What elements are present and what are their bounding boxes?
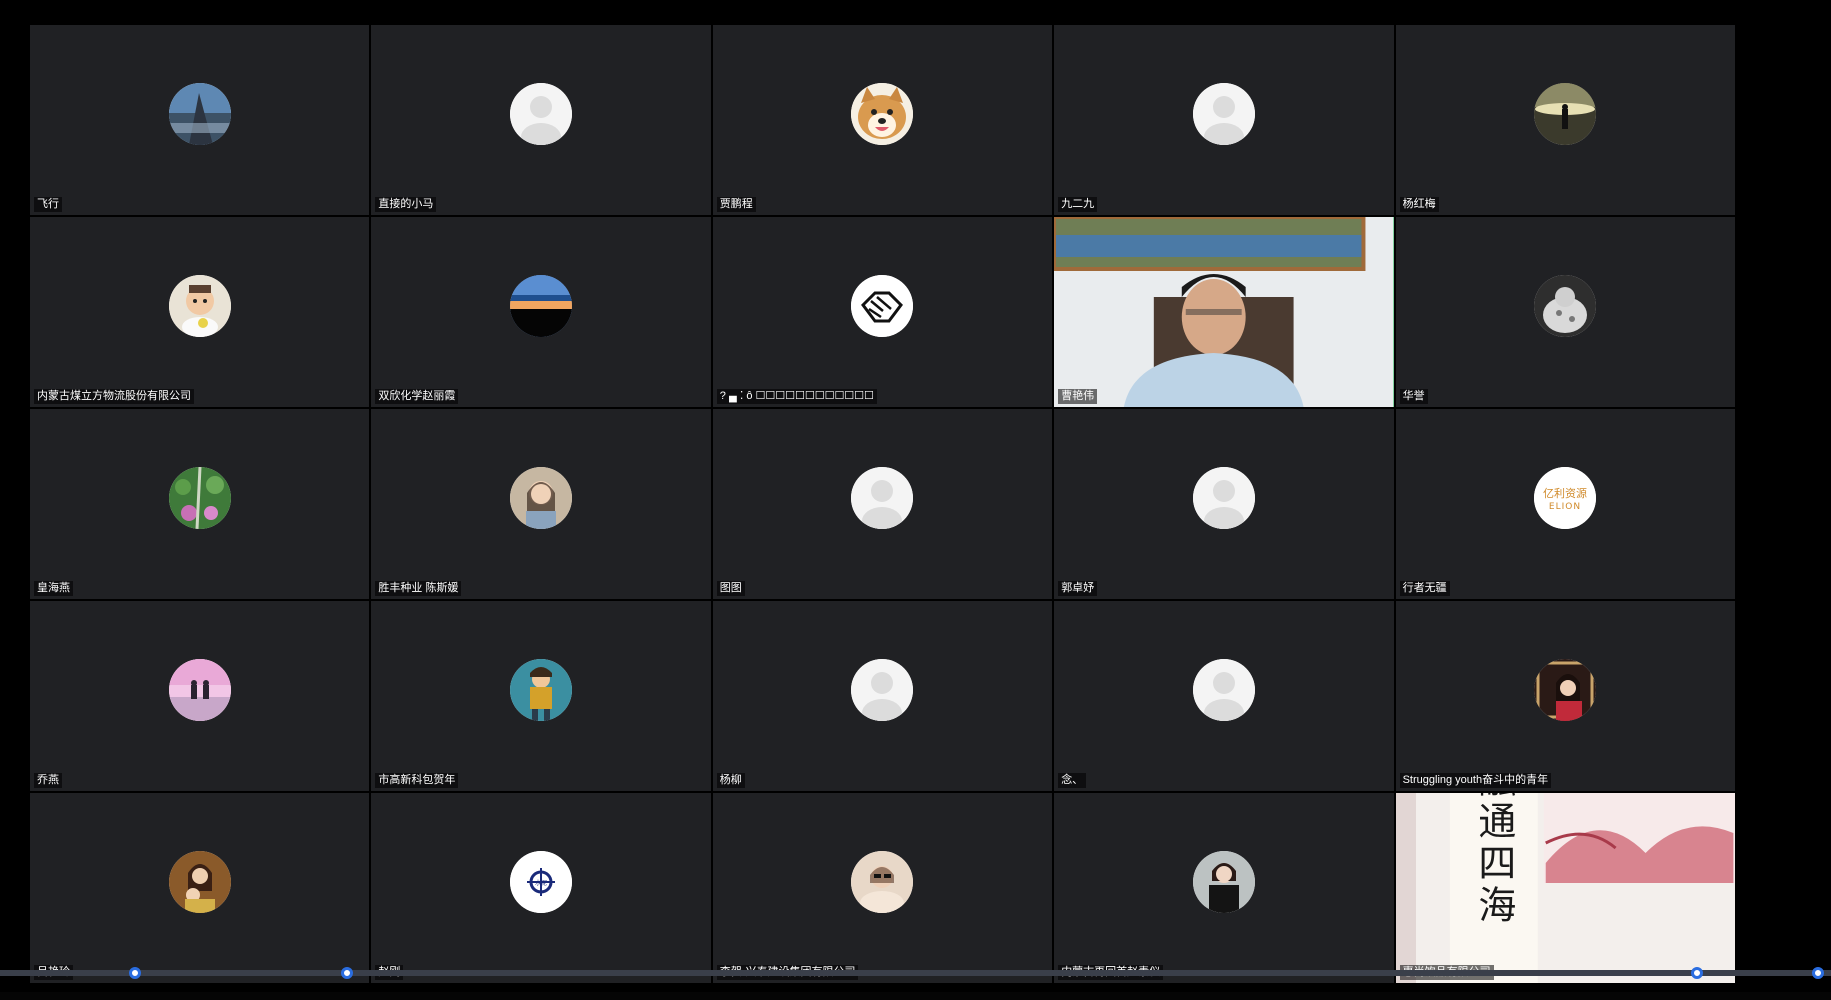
participant-name: 华誉 — [1399, 389, 1428, 404]
participant-name: 飞行 — [34, 197, 62, 212]
participant-name: 直接的小马 — [375, 197, 437, 212]
woman-sunglasses-photo-avatar — [851, 851, 914, 913]
logo-text: 亿利资源 — [1543, 486, 1587, 500]
bottom-bar — [0, 992, 1831, 1000]
elion-logo-avatar: 亿利资源 ELION — [1534, 467, 1597, 529]
participant-grid: 飞行 直接的小马 贾鹏程 九二九 杨红梅 内蒙古煤立方物流股份有限公司 双欣化学… — [30, 25, 1735, 983]
participant-tile[interactable]: 吕艳玲 — [30, 793, 370, 983]
participant-tile[interactable]: 念、 — [1054, 601, 1394, 791]
emblem-text: 水泥 — [535, 879, 547, 887]
default-user-avatar — [851, 467, 914, 529]
participant-name: 杨红梅 — [1399, 197, 1439, 212]
participant-name: 市高新科包贺年 — [375, 773, 459, 788]
participant-name: 双欣化学赵丽霞 — [375, 389, 459, 404]
scrubber-handle[interactable] — [129, 967, 141, 979]
participant-tile[interactable]: 市高新科包贺年 — [371, 601, 711, 791]
scrubber-handle[interactable] — [341, 967, 353, 979]
scrubber-handle[interactable] — [1812, 967, 1824, 979]
participant-tile[interactable]: 乔燕 — [30, 601, 370, 791]
default-user-avatar — [1192, 83, 1255, 145]
participant-tile[interactable]: 郭卓妤 — [1054, 409, 1394, 599]
participant-tile[interactable]: 胜丰种业 陈斯媛 — [371, 409, 711, 599]
participant-name: 图图 — [716, 581, 745, 596]
participant-name: 曹艳伟 — [1058, 389, 1098, 404]
participant-name: 念、 — [1058, 773, 1087, 788]
participant-tile[interactable]: ? ▄ ⁚ ô ☐☐☐☐☐☐☐☐☐☐☐☐ — [712, 217, 1053, 407]
live-video-feed — [1054, 217, 1394, 407]
participant-tile[interactable]: 皇海燕 — [30, 409, 370, 599]
participant-tile[interactable]: Struggling youth奋斗中的青年 — [1395, 601, 1735, 791]
logo-subtext: ELION — [1549, 502, 1581, 512]
participant-name: 杨柳 — [716, 773, 745, 788]
participant-name: 乔燕 — [34, 773, 62, 788]
participant-name: 皇海燕 — [34, 581, 73, 596]
participant-tile[interactable]: 内蒙古煤立方物流股份有限公司 — [30, 217, 370, 407]
mountain-photo-avatar — [168, 83, 231, 145]
participant-tile[interactable]: 李贺-兴泰建设集团有限公司 — [712, 793, 1053, 983]
participant-tile[interactable]: 图图 — [712, 409, 1053, 599]
participant-tile[interactable]: 亿利资源 ELION 行者无疆 — [1395, 409, 1735, 599]
participant-tile[interactable]: 直接的小马 — [371, 25, 711, 215]
garden-photo-avatar — [168, 467, 231, 529]
participant-name: 九二九 — [1058, 197, 1098, 212]
default-user-avatar — [1192, 467, 1255, 529]
participant-name: 内蒙古煤立方物流股份有限公司 — [34, 389, 194, 404]
default-user-avatar — [1192, 659, 1255, 721]
participant-name: ? ▄ ⁚ ô ☐☐☐☐☐☐☐☐☐☐☐☐ — [716, 389, 877, 404]
participant-tile[interactable]: 杨红梅 — [1395, 25, 1735, 215]
live-video-feed: 融通四海 — [1395, 793, 1735, 983]
pink-sky-photo-avatar — [168, 659, 231, 721]
participant-name: Struggling youth奋斗中的青年 — [1399, 773, 1552, 788]
participant-tile[interactable]: 贾鹏程 — [712, 25, 1053, 215]
participant-name: 行者无疆 — [1399, 581, 1450, 596]
participant-name: 胜丰种业 陈斯媛 — [375, 581, 462, 596]
participant-tile[interactable]: 水泥 赵刚 — [371, 793, 711, 983]
participant-tile[interactable]: 华誉 — [1395, 217, 1735, 407]
participant-tile[interactable]: 融通四海 惠尚饮品有限公司 — [1395, 793, 1735, 983]
sunset-person-photo-avatar — [1534, 83, 1597, 145]
emblem-avatar: 水泥 — [510, 851, 573, 913]
woman-dark-photo-avatar — [1534, 659, 1597, 721]
timeline-scrubber[interactable] — [0, 967, 1831, 979]
woman-gold-photo-avatar — [168, 851, 231, 913]
calligraphy-text: 融通四海 — [1471, 793, 1515, 927]
default-user-avatar — [851, 659, 914, 721]
participant-tile[interactable]: 九二九 — [1054, 25, 1394, 215]
handshake-avatar — [851, 275, 914, 337]
default-user-avatar — [510, 83, 573, 145]
participant-tile[interactable]: 飞行 — [30, 25, 370, 215]
active-speaker-tile[interactable]: 曹艳伟 — [1054, 217, 1394, 407]
participant-tile[interactable]: 双欣化学赵丽霞 — [371, 217, 711, 407]
night-sky-photo-avatar — [510, 275, 573, 337]
baby-photo-avatar — [168, 275, 231, 337]
shiba-dog-avatar — [851, 83, 914, 145]
woman-photo-avatar — [510, 467, 573, 529]
participant-name: 贾鹏程 — [716, 197, 756, 212]
scrubber-handle[interactable] — [1691, 967, 1703, 979]
woman-black-photo-avatar — [1192, 851, 1255, 913]
snow-photo-avatar — [1534, 275, 1597, 337]
cartoon-avatar — [510, 659, 573, 721]
participant-tile[interactable]: 内蒙古再回首赵素仪 — [1054, 793, 1394, 983]
participant-name: 郭卓妤 — [1058, 581, 1098, 596]
participant-tile[interactable]: 杨柳 — [712, 601, 1053, 791]
